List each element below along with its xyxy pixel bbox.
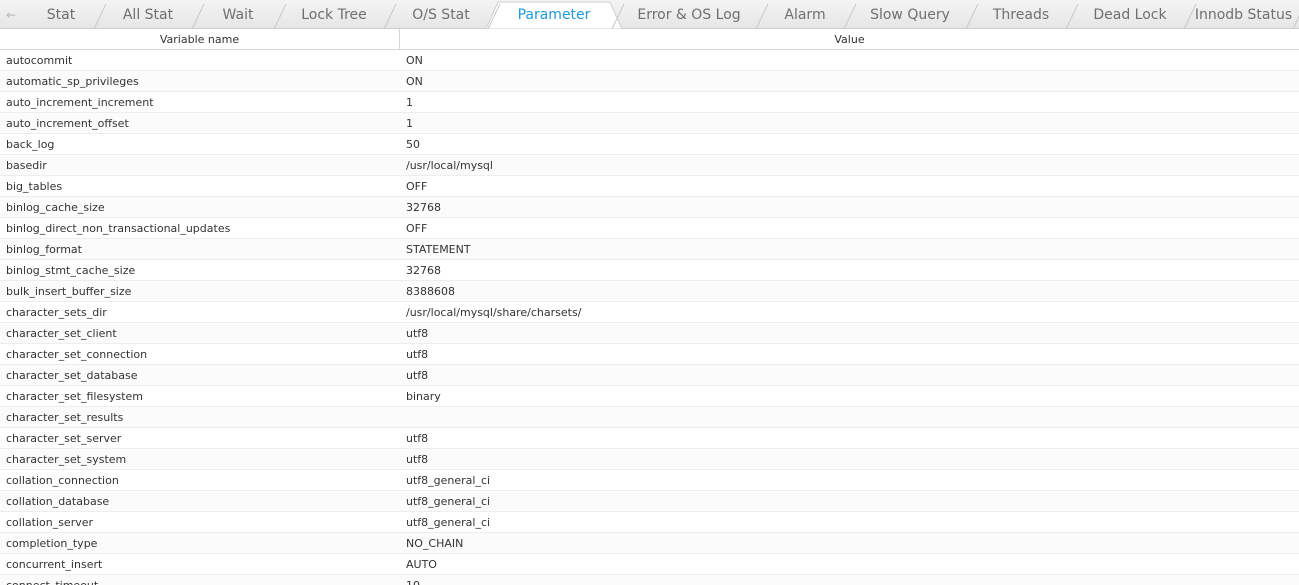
table-row[interactable]: big_tables OFF (0, 176, 1299, 197)
variable-name-cell: completion_type (6, 537, 98, 550)
variable-name-cell: character_set_connection (6, 348, 148, 361)
tab-all-stat[interactable]: All Stat (98, 0, 198, 29)
value-cell: binary (406, 390, 441, 403)
value-cell: AUTO (406, 558, 437, 571)
value-cell: 8388608 (406, 285, 455, 298)
value-cell: utf8 (406, 453, 429, 466)
variable-name-cell: collation_database (6, 495, 110, 508)
tab-innodb-status[interactable]: Innodb Status (1188, 0, 1299, 29)
table-row[interactable]: character_set_system utf8 (0, 449, 1299, 470)
table-row[interactable]: collation_connection utf8_general_ci (0, 470, 1299, 491)
variable-name-cell: character_set_server (6, 432, 122, 445)
value-cell: utf8_general_ci (406, 516, 491, 529)
value-cell: 32768 (406, 201, 441, 214)
variable-name-cell: character_sets_dir (6, 306, 107, 319)
value-cell: 1 (406, 117, 413, 130)
variable-name-cell: automatic_sp_privileges (6, 75, 139, 88)
table-row[interactable]: binlog_stmt_cache_size 32768 (0, 260, 1299, 281)
variable-name-cell: character_set_filesystem (6, 390, 144, 403)
tab-dead-lock[interactable]: Dead Lock (1070, 0, 1190, 29)
value-cell: NO_CHAIN (406, 537, 464, 550)
tab-stat[interactable]: Stat (22, 0, 100, 29)
variable-name-cell: character_set_results (6, 411, 124, 424)
value-cell: utf8 (406, 432, 429, 445)
variable-name-cell: character_set_client (6, 327, 117, 340)
table-row[interactable]: back_log 50 (0, 134, 1299, 155)
table-row[interactable]: basedir/usr/local/mysql (0, 155, 1299, 176)
variable-name-cell: back_log (6, 138, 55, 151)
value-cell: utf8_general_ci (406, 495, 491, 508)
value-cell: OFF (406, 222, 428, 235)
value-cell: OFF (406, 180, 428, 193)
tab-parameter[interactable]: Parameter (490, 0, 618, 29)
table-row[interactable]: binlog_cache_size 32768 (0, 197, 1299, 218)
table-body: autocommit ON automatic_sp_privileges ON aut… (0, 50, 1299, 585)
arrow-left-icon[interactable]: ← (0, 0, 22, 29)
table-row[interactable]: character_set_database utf8 (0, 365, 1299, 386)
table-row[interactable]: character_set_client utf8 (0, 323, 1299, 344)
parameter-table: Variable name Value autocommit ON automati… (0, 29, 1299, 585)
variable-name-cell: character_set_system (6, 453, 127, 466)
table-row[interactable]: auto_increment_offset 1 (0, 113, 1299, 134)
table-row[interactable]: character_set_server utf8 (0, 428, 1299, 449)
variable-name-cell: character_set_database (6, 369, 138, 382)
variable-name-cell: bulk_insert_buffer_size (6, 285, 132, 298)
variable-name-cell: collation_connection (6, 474, 119, 487)
table-row[interactable]: binlog_format STATEMENT (0, 239, 1299, 260)
variable-name-cell: collation_server (6, 516, 94, 529)
table-row[interactable]: bulk_insert_buffer_size 8388608 (0, 281, 1299, 302)
value-cell: /usr/local/mysql (406, 159, 493, 172)
value-cell: STATEMENT (406, 243, 471, 256)
variable-name-cell: autocommit (6, 54, 73, 67)
tab-o-s-stat[interactable]: O/S Stat (388, 0, 494, 29)
variable-name-cell: connect_timeout (6, 575, 98, 585)
value-cell: 10 (406, 575, 420, 585)
table-row[interactable]: collation_server utf8_general_ci (0, 512, 1299, 533)
variable-name-cell: auto_increment_increment (6, 96, 154, 109)
variable-name-cell: big_tables (6, 180, 63, 193)
value-cell: 1 (406, 96, 413, 109)
value-cell: utf8 (406, 327, 429, 340)
table-row[interactable]: binlog_direct_non_transactional_updates O… (0, 218, 1299, 239)
variable-name-cell: auto_increment_offset (6, 117, 129, 130)
table-row[interactable]: connect_timeout 10 (0, 575, 1299, 585)
column-header-variable-name[interactable]: Variable name (0, 29, 400, 50)
tab-bar: ← Stat All Stat Wait Lock Tree O/S Stat Param… (0, 0, 1299, 29)
table-row[interactable]: auto_increment_increment 1 (0, 92, 1299, 113)
column-header-value[interactable]: Value (400, 29, 1299, 50)
table-row[interactable]: automatic_sp_privileges ON (0, 71, 1299, 92)
tab-alarm[interactable]: Alarm (760, 0, 850, 29)
table-row[interactable]: autocommit ON (0, 50, 1299, 71)
table-header: Variable name Value (0, 29, 1299, 50)
tab-error-os-log[interactable]: Error & OS Log (616, 0, 762, 29)
variable-name-cell: binlog_format (6, 243, 82, 256)
tab-threads[interactable]: Threads (970, 0, 1072, 29)
tab-lock-tree[interactable]: Lock Tree (278, 0, 390, 29)
variable-name-cell: basedir (6, 159, 47, 172)
table-row[interactable]: concurrent_insert AUTO (0, 554, 1299, 575)
value-cell: utf8_general_ci (406, 474, 491, 487)
value-cell: utf8 (406, 369, 429, 382)
table-row[interactable]: character_set_connection utf8 (0, 344, 1299, 365)
table-row[interactable]: character_set_results (0, 407, 1299, 428)
variable-name-cell: binlog_direct_non_transactional_updates (6, 222, 231, 235)
value-cell: 32768 (406, 264, 441, 277)
value-cell: ON (406, 75, 423, 88)
tab-slow-query[interactable]: Slow Query (848, 0, 972, 29)
value-cell: utf8 (406, 348, 429, 361)
tab-wait[interactable]: Wait (196, 0, 280, 29)
table-row[interactable]: character_sets_dir/usr/local/mysql/share… (0, 302, 1299, 323)
variable-name-cell: binlog_stmt_cache_size (6, 264, 136, 277)
table-row[interactable]: completion_type NO_CHAIN (0, 533, 1299, 554)
value-cell: ON (406, 54, 423, 67)
variable-name-cell: binlog_cache_size (6, 201, 105, 214)
value-cell: 50 (406, 138, 420, 151)
variable-name-cell: concurrent_insert (6, 558, 103, 571)
table-row[interactable]: character_set_filesystem binary (0, 386, 1299, 407)
value-cell: /usr/local/mysql/share/charsets/ (406, 306, 582, 319)
table-row[interactable]: collation_database utf8_general_ci (0, 491, 1299, 512)
